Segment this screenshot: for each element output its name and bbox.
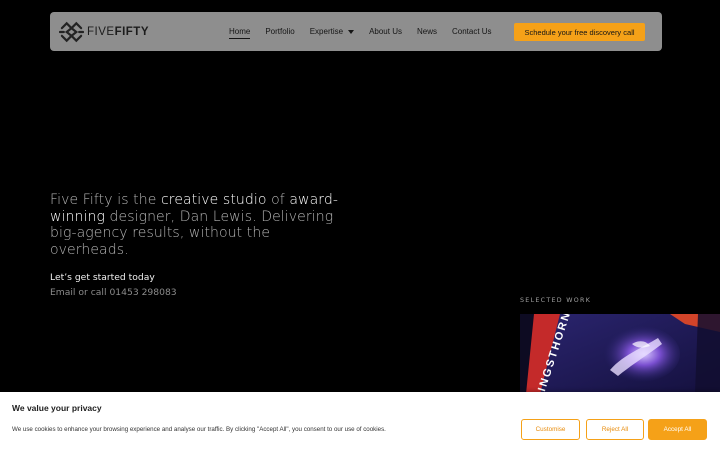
- cookie-consent-banner: We value your privacy We use cookies to …: [0, 392, 720, 450]
- hero-text-part: Five Fifty is the: [50, 192, 161, 208]
- nav-home[interactable]: Home: [229, 12, 251, 51]
- hero-headline: Five Fifty is the creative studio of awa…: [50, 192, 350, 258]
- cookie-message: We use cookies to enhance your browsing …: [12, 426, 386, 433]
- reject-all-button[interactable]: Reject All: [586, 419, 644, 440]
- site-header: FIVE FIFTY Home Portfolio Expertise About…: [50, 12, 662, 51]
- phone-link[interactable]: 01453 298083: [109, 287, 176, 298]
- nav-news[interactable]: News: [417, 12, 437, 51]
- hero-text-part: of: [266, 192, 290, 208]
- brand-logo[interactable]: FIVE FIFTY: [59, 21, 149, 43]
- nav-expertise[interactable]: Expertise: [309, 12, 355, 51]
- nav-about-us[interactable]: About Us: [369, 12, 402, 51]
- get-started-heading: Let’s get started today: [50, 272, 155, 283]
- five-fifty-logo-icon: [59, 21, 84, 43]
- customise-cookies-button[interactable]: Customise: [521, 419, 580, 440]
- nav-expertise-label: Expertise: [309, 27, 344, 36]
- cookie-title: We value your privacy: [12, 403, 102, 413]
- portfolio-thumbnail-image: INGSTHORN: [520, 314, 720, 394]
- brand-wordmark: FIVE FIFTY: [87, 26, 149, 38]
- contact-prefix: Email or call: [50, 287, 110, 298]
- contact-line: Email or call 01453 298083: [50, 287, 177, 298]
- brand-wordmark-light: FIVE: [87, 26, 115, 38]
- chevron-down-icon: [348, 29, 355, 34]
- nav-contact-us[interactable]: Contact Us: [452, 12, 492, 51]
- selected-work-label: SELECTED WORK: [520, 297, 592, 304]
- hero-section: Five Fifty is the creative studio of awa…: [50, 192, 350, 258]
- accept-all-button[interactable]: Accept All: [648, 419, 707, 440]
- portfolio-thumbnail[interactable]: INGSTHORN: [520, 314, 720, 394]
- brand-wordmark-bold: FIFTY: [114, 26, 150, 38]
- hero-highlight-creative-studio: creative studio: [160, 192, 267, 208]
- main-navigation: Home Portfolio Expertise About Us News C…: [229, 12, 507, 51]
- schedule-discovery-call-button[interactable]: Schedule your free discovery call: [514, 23, 645, 41]
- nav-portfolio[interactable]: Portfolio: [265, 12, 294, 51]
